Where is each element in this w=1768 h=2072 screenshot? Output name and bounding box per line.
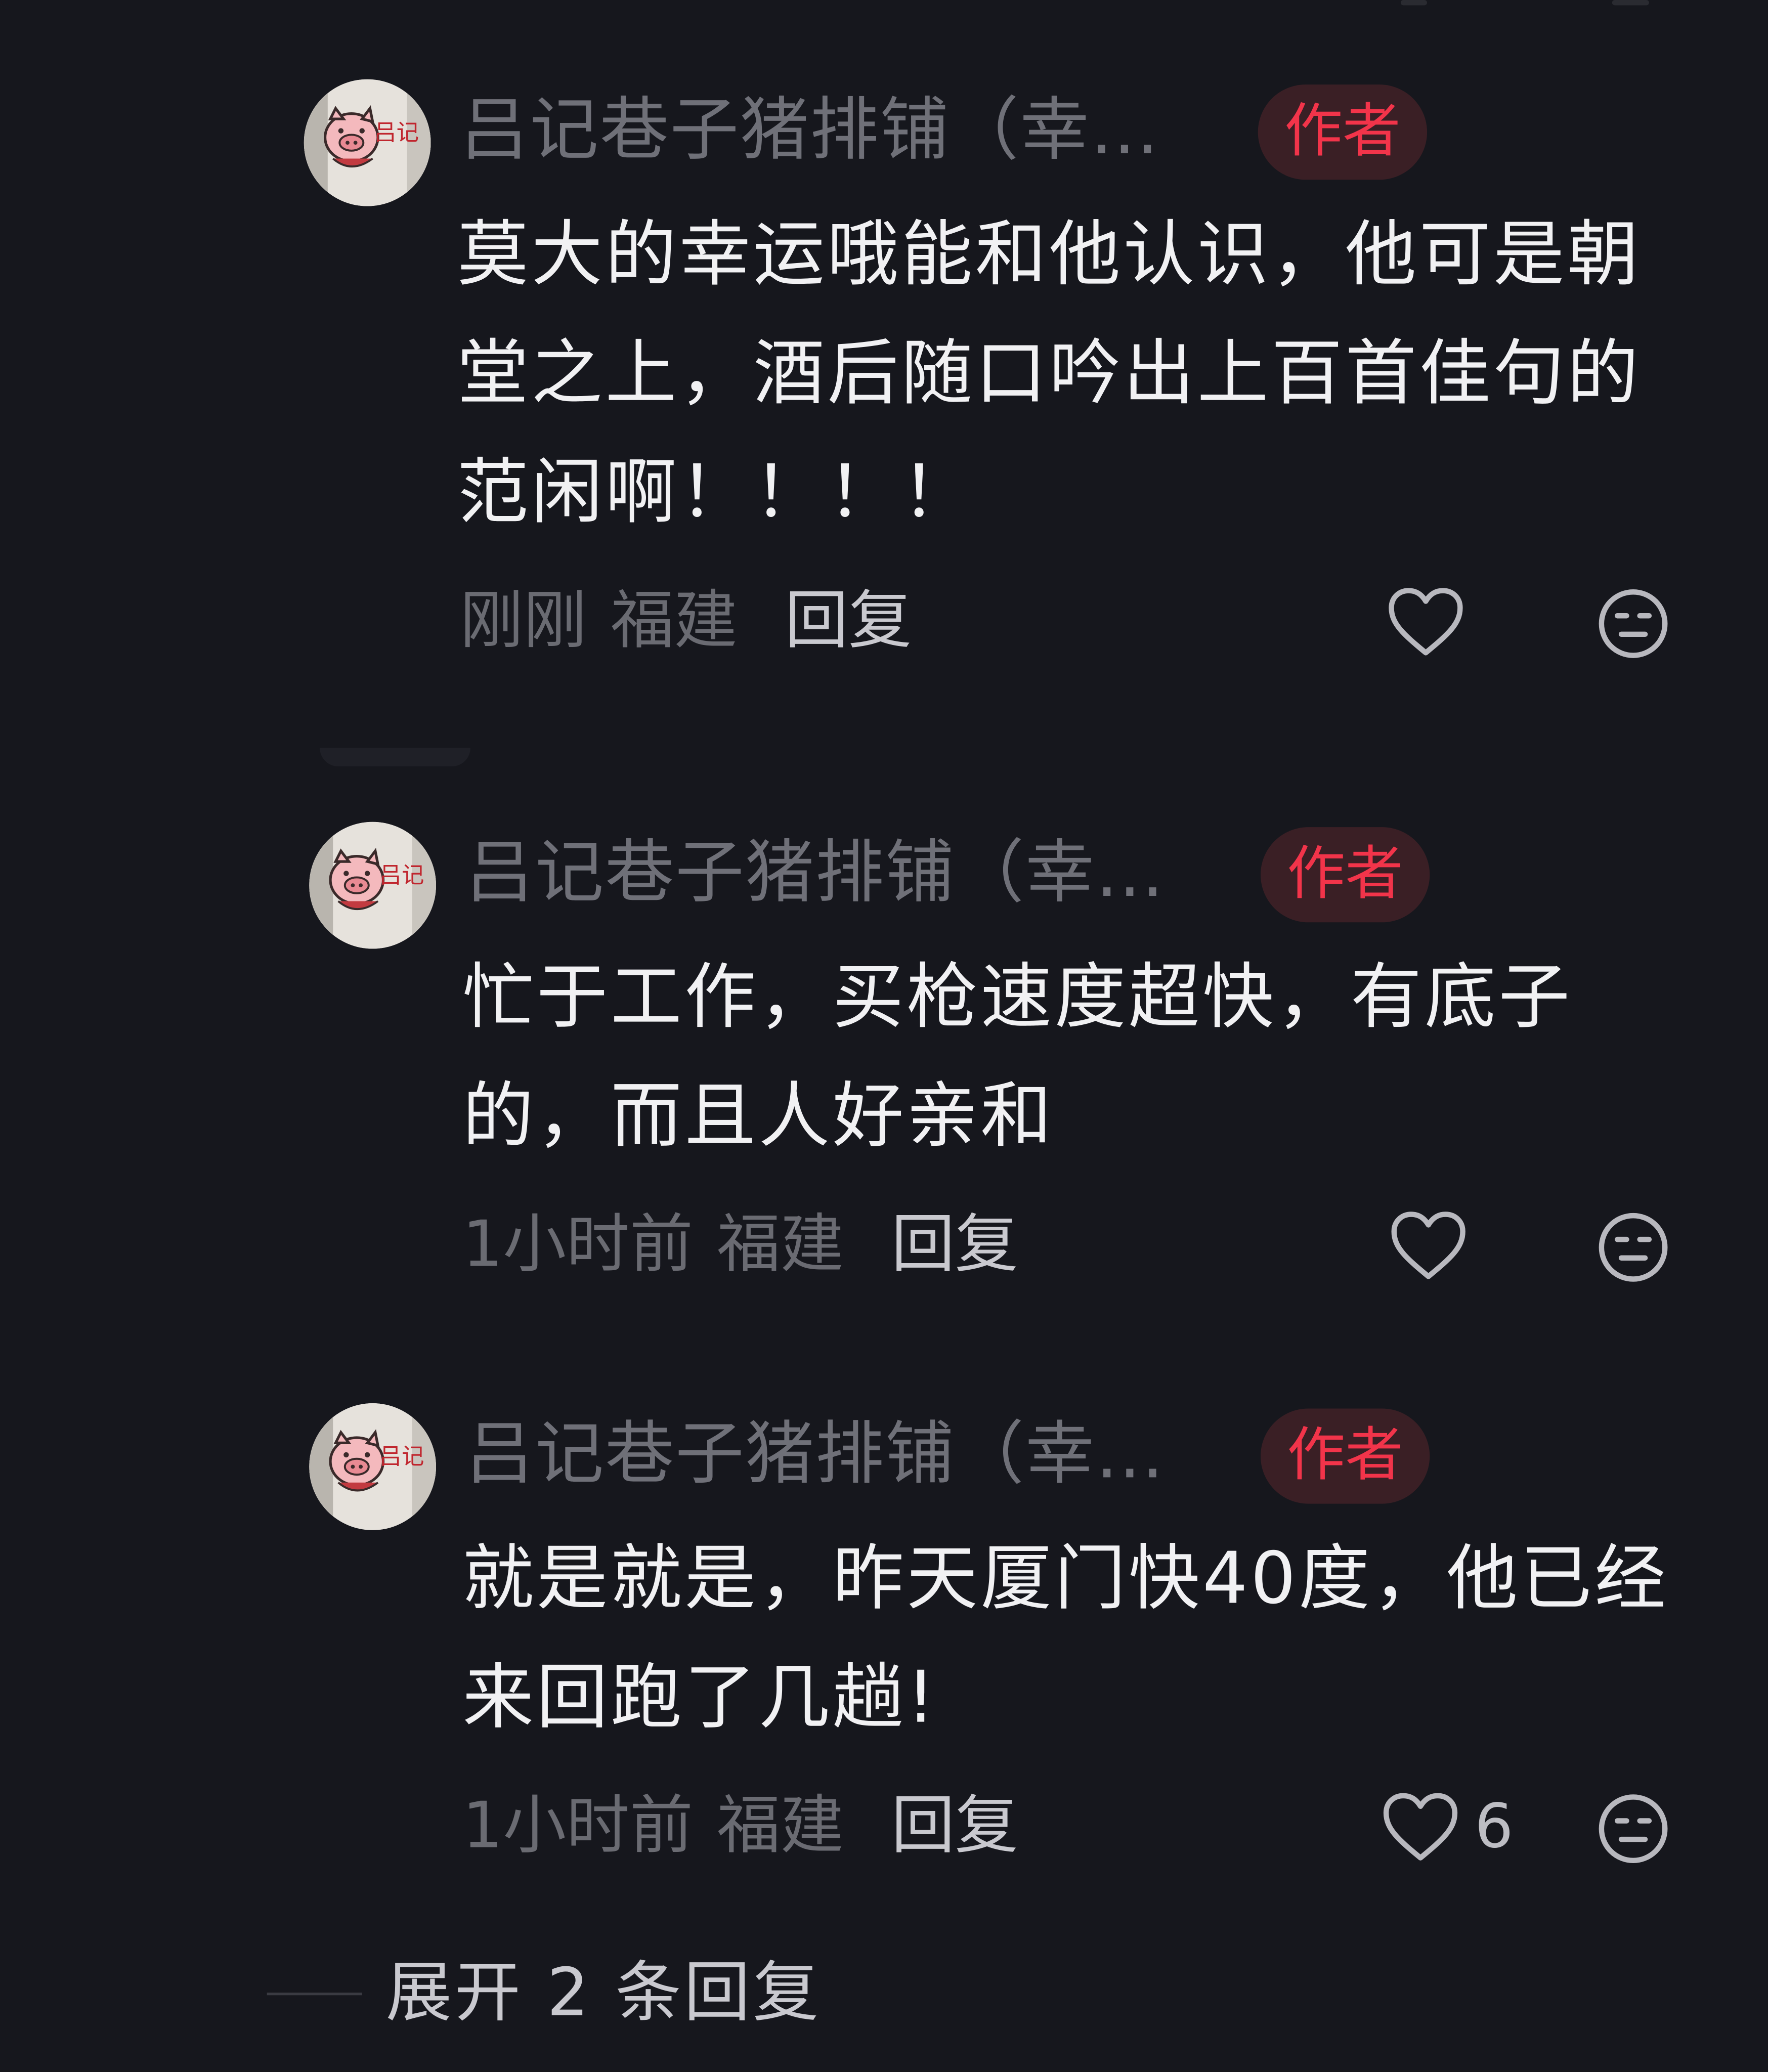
divider-tab: [320, 748, 470, 767]
comment-text: 忙于工作，买枪速度超快，有底子的，而且人好亲和: [462, 955, 1573, 1158]
comment-time: 1小时前: [462, 1207, 694, 1282]
reply-button[interactable]: 回复: [891, 1207, 1018, 1281]
pig-logo-icon: 吕记: [309, 822, 436, 949]
neutral-face-icon[interactable]: [1596, 1211, 1670, 1290]
comment-time: 1小时前: [462, 1789, 694, 1864]
comment-meta: 1小时前 福建 回复: [462, 1787, 1018, 1866]
username[interactable]: 吕记巷子猪排铺（幸…: [465, 827, 1165, 920]
comment-meta: 1小时前 福建 回复: [462, 1205, 1018, 1284]
svg-text:吕记: 吕记: [379, 862, 424, 888]
like-count: 6: [1475, 1790, 1514, 1862]
svg-text:吕记: 吕记: [374, 120, 419, 146]
avatar[interactable]: 吕记: [309, 822, 436, 949]
comment-location: 福建: [717, 1207, 844, 1282]
pig-logo-icon: 吕记: [304, 79, 431, 206]
neutral-face-icon[interactable]: [1596, 587, 1670, 666]
comment-thread-screen: 吕记 吕记巷子猪排铺（幸… 作者 莫大的幸运哦能和他认识，他可是朝堂之上，酒后随…: [0, 0, 1768, 2072]
reply-button[interactable]: 回复: [785, 584, 912, 658]
expand-divider-line: [267, 1993, 362, 1996]
svg-text:吕记: 吕记: [379, 1444, 424, 1470]
comment-meta: 刚刚 福建 回复: [460, 581, 912, 661]
comment-location: 福建: [610, 584, 738, 658]
comment-time: 刚刚: [460, 584, 587, 658]
avatar[interactable]: 吕记: [304, 79, 431, 206]
neutral-face-icon[interactable]: [1596, 1792, 1670, 1871]
username[interactable]: 吕记巷子猪排铺（幸…: [465, 1408, 1165, 1501]
username[interactable]: 吕记巷子猪排铺（幸…: [460, 84, 1160, 177]
author-badge: 作者: [1260, 827, 1430, 923]
expand-replies-button[interactable]: 展开 2 条回复: [386, 1950, 822, 2035]
reply-button[interactable]: 回复: [891, 1789, 1018, 1863]
comment-location: 福建: [717, 1789, 844, 1864]
avatar[interactable]: 吕记: [309, 1403, 436, 1530]
heart-outline-icon[interactable]: [1382, 1792, 1459, 1869]
heart-outline-icon[interactable]: [1388, 587, 1464, 664]
top-edge-remnant: [1400, 0, 1428, 6]
pig-logo-icon: 吕记: [309, 1403, 436, 1530]
author-badge: 作者: [1258, 84, 1428, 180]
top-edge-remnant: [1612, 0, 1649, 6]
comment-text: 莫大的幸运哦能和他认识，他可是朝堂之上，酒后随口吟出上百首佳句的范闲啊！！！！: [457, 212, 1642, 534]
heart-outline-icon[interactable]: [1390, 1211, 1467, 1287]
author-badge: 作者: [1260, 1408, 1430, 1504]
comment-text: 就是就是，昨天厦门快40度，他已经来回跑了几趟!: [462, 1536, 1669, 1739]
